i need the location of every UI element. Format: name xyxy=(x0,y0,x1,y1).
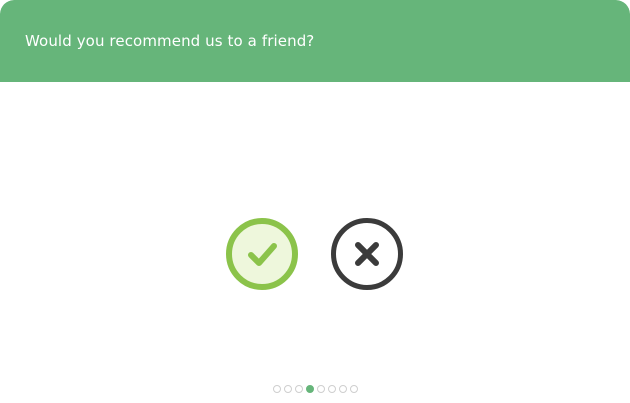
pagination-dots xyxy=(0,384,630,394)
pagination-dot[interactable] xyxy=(316,385,325,393)
yes-button[interactable] xyxy=(226,218,298,290)
checkmark-icon xyxy=(242,234,282,274)
pagination-dot[interactable] xyxy=(294,385,303,393)
pagination-dot[interactable] xyxy=(272,385,281,393)
pagination-dot[interactable] xyxy=(338,385,347,393)
pagination-dot[interactable] xyxy=(283,385,292,393)
close-icon xyxy=(347,234,387,274)
pagination-dot[interactable] xyxy=(305,385,314,393)
answer-choices xyxy=(0,0,630,403)
pagination-dot[interactable] xyxy=(327,385,336,393)
pagination-dot[interactable] xyxy=(349,385,358,393)
survey-card: Would you recommend us to a friend? xyxy=(0,0,630,403)
no-button[interactable] xyxy=(331,218,403,290)
